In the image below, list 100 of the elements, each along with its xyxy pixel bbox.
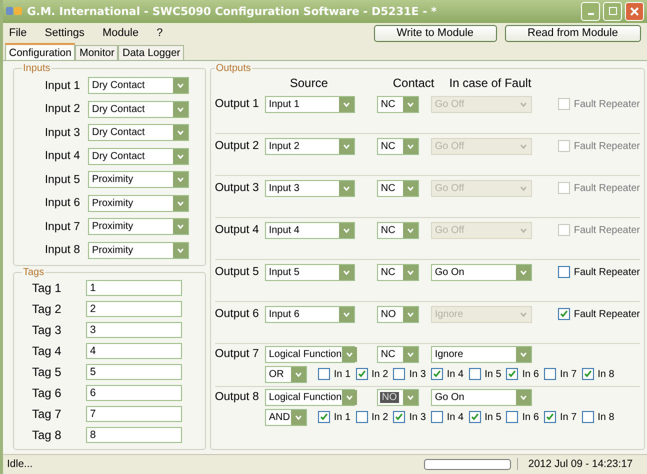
- close-button[interactable]: [625, 2, 644, 21]
- caret-icon: [177, 224, 184, 230]
- logic-input-checkbox[interactable]: In 7: [544, 411, 577, 424]
- logic-input-checkbox[interactable]: In 3: [393, 411, 426, 424]
- column-header: Source: [290, 76, 328, 90]
- toolbar-button[interactable]: Read from Module: [504, 24, 641, 42]
- column-header: Contact: [392, 76, 434, 90]
- toolbar-button[interactable]: Write to Module: [374, 24, 496, 42]
- contact-dropdown[interactable]: NC: [376, 180, 419, 197]
- logic-operator-dropdown[interactable]: AND: [264, 408, 307, 426]
- output-label: Output 2: [214, 140, 260, 152]
- fault-action-dropdown[interactable]: Go On: [430, 264, 532, 281]
- minimize-button[interactable]: [581, 2, 600, 21]
- caret-icon: [177, 83, 184, 88]
- logic-input-checkbox[interactable]: In 2: [356, 411, 388, 424]
- tab[interactable]: Data Logger: [118, 44, 184, 60]
- input-type-dropdown[interactable]: Dry Contact: [88, 124, 189, 142]
- source-dropdown[interactable]: Input 1: [264, 96, 355, 113]
- logic-input-checkbox[interactable]: In 2: [356, 368, 388, 380]
- contact-dropdown[interactable]: NO: [376, 388, 419, 406]
- input-label: Input 7: [44, 220, 81, 233]
- input-label: Input 2: [44, 103, 81, 116]
- input-type-dropdown[interactable]: Proximity: [88, 171, 189, 188]
- contact-dropdown[interactable]: NC: [376, 222, 419, 239]
- input-type-dropdown[interactable]: Dry Contact: [88, 100, 189, 118]
- tag-field[interactable]: 8: [86, 427, 182, 444]
- caret-icon: [520, 270, 527, 275]
- logic-input-checkbox[interactable]: In 8: [582, 368, 614, 380]
- logic-input-checkbox[interactable]: In 7: [544, 368, 577, 380]
- status-datetime: 2012 Jul 09 - 14:23:17: [517, 458, 643, 470]
- caret-icon: [406, 144, 414, 149]
- contact-dropdown[interactable]: NC: [376, 264, 419, 281]
- logic-input-checkbox[interactable]: In 3: [393, 368, 426, 380]
- fault-action-dropdown[interactable]: Go On: [430, 388, 532, 406]
- tag-label: Tag 3: [31, 323, 62, 338]
- input-type-dropdown[interactable]: Proximity: [88, 242, 189, 259]
- source-dropdown[interactable]: Input 4: [264, 222, 355, 239]
- input-type-dropdown[interactable]: Proximity: [88, 194, 189, 212]
- fault-repeater-checkbox[interactable]: Fault Repeater: [558, 266, 640, 278]
- menu-item[interactable]: File: [9, 27, 27, 40]
- tab[interactable]: Monitor: [75, 44, 118, 60]
- logic-input-checkbox[interactable]: In 8: [582, 411, 614, 424]
- input-type-dropdown[interactable]: Dry Contact: [88, 77, 189, 94]
- check-icon: [560, 310, 568, 318]
- input-type-dropdown[interactable]: Dry Contact: [88, 148, 189, 165]
- window-title: G.M. International - SWC5090 Configuration Software - D5231E - *: [27, 4, 437, 18]
- source-dropdown[interactable]: Input 6: [264, 306, 355, 323]
- logic-input-checkbox[interactable]: In 4: [430, 411, 464, 424]
- tag-field[interactable]: 3: [86, 322, 182, 338]
- logic-input-checkbox[interactable]: In 1: [318, 411, 351, 424]
- input-type-dropdown[interactable]: Proximity: [88, 218, 189, 236]
- caret-icon: [520, 186, 527, 191]
- source-dropdown[interactable]: Input 3: [264, 180, 355, 197]
- logic-operator-dropdown[interactable]: OR: [264, 366, 307, 383]
- contact-dropdown[interactable]: NC: [376, 96, 419, 113]
- input-label: Input 4: [44, 150, 81, 162]
- contact-dropdown[interactable]: NC: [376, 138, 419, 155]
- output-label: Output 3: [214, 182, 260, 194]
- caret-icon: [346, 394, 353, 400]
- close-icon: [630, 6, 639, 16]
- caret-icon: [294, 414, 302, 420]
- source-dropdown[interactable]: Logical Function: [264, 346, 355, 363]
- contact-dropdown[interactable]: NO: [376, 306, 419, 323]
- tag-field[interactable]: 6: [86, 385, 182, 402]
- tag-label: Tag 2: [31, 302, 62, 316]
- caret-icon: [520, 394, 527, 400]
- tag-field[interactable]: 1: [86, 280, 182, 296]
- logic-input-checkbox[interactable]: In 6: [506, 368, 539, 380]
- input-label: Input 5: [44, 174, 81, 186]
- caret-icon: [406, 186, 414, 191]
- source-dropdown[interactable]: Logical Function: [264, 388, 355, 406]
- tag-field[interactable]: 2: [86, 301, 182, 318]
- caret-icon: [342, 228, 350, 233]
- menu-item[interactable]: Settings: [44, 27, 84, 40]
- fault-repeater-checkbox[interactable]: Fault Repeater: [558, 308, 640, 320]
- menu-item[interactable]: Module: [102, 27, 139, 40]
- fault-action-dropdown[interactable]: Ignore: [430, 346, 532, 363]
- tag-field[interactable]: 7: [86, 406, 182, 422]
- source-dropdown[interactable]: Input 2: [264, 138, 355, 155]
- logic-input-checkbox[interactable]: In 1: [318, 368, 351, 380]
- logic-input-checkbox[interactable]: In 5: [468, 411, 502, 424]
- tab[interactable]: Configuration: [5, 42, 76, 60]
- output-label: Output 4: [214, 224, 260, 236]
- contact-dropdown[interactable]: NC: [376, 346, 419, 363]
- output-label: Output 1: [214, 98, 260, 110]
- caret-icon: [342, 102, 350, 107]
- source-dropdown[interactable]: Input 5: [264, 264, 355, 281]
- caret-icon: [342, 186, 350, 191]
- caret-icon: [177, 130, 184, 136]
- group-title: Inputs: [22, 62, 52, 74]
- menu-item[interactable]: ?: [156, 27, 163, 40]
- logic-input-checkbox[interactable]: In 5: [468, 368, 502, 380]
- output-label: Output 8: [214, 391, 260, 404]
- caret-icon: [294, 372, 302, 377]
- tag-label: Tag 5: [31, 365, 62, 380]
- logic-input-checkbox[interactable]: In 4: [430, 368, 464, 380]
- logic-input-checkbox[interactable]: In 6: [506, 411, 539, 424]
- tag-field[interactable]: 4: [86, 343, 182, 360]
- tag-field[interactable]: 5: [86, 364, 182, 380]
- maximize-button[interactable]: [603, 2, 622, 21]
